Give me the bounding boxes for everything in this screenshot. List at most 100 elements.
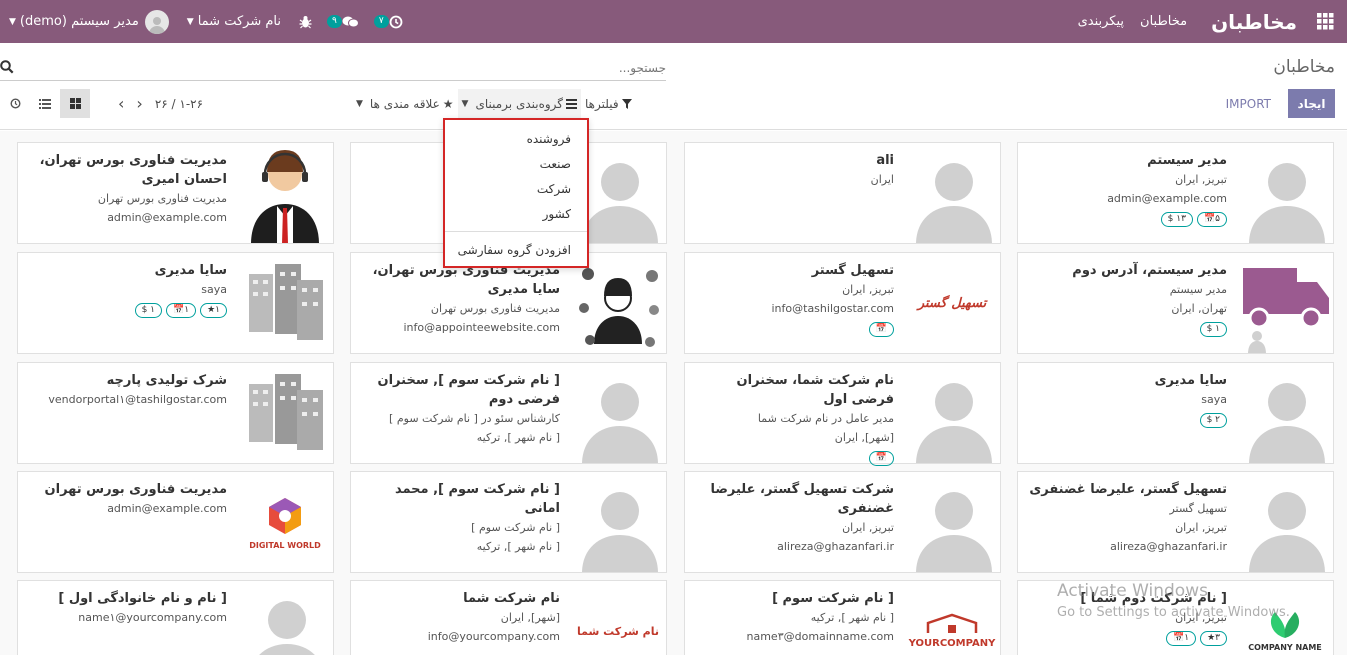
contact-card[interactable]: [ نام شرکت سوم ], سخنران فرضی دوم کارشناس…	[350, 362, 667, 464]
contact-name: مدیریت فناوری بورس تهران، احسان امیری	[39, 153, 227, 187]
contact-detail: saya	[201, 283, 227, 296]
kanban-view-icon[interactable]	[60, 89, 90, 118]
contact-image	[570, 253, 666, 353]
add-custom-group-button[interactable]: افزودن گروه سفارشی	[445, 237, 587, 262]
card-stat-badge[interactable]: ۱ $	[1199, 322, 1227, 337]
create-button[interactable]: ایجاد	[1288, 89, 1335, 118]
watermark-line-1: Activate Windows	[1057, 581, 1208, 601]
contact-card[interactable]: شرک تولیدی پارچه vendorportal۱@tashilgost…	[17, 362, 334, 464]
contact-name: [ نام شرکت سوم ]	[772, 591, 894, 606]
import-button[interactable]: IMPORT	[1222, 89, 1275, 118]
contact-detail: saya	[1201, 393, 1227, 406]
card-body: شرک تولیدی پارچه vendorportal۱@tashilgost…	[28, 371, 227, 457]
caret-down-icon: ▼	[186, 16, 194, 27]
contact-card[interactable]: ali ایران	[684, 142, 1001, 244]
card-stat-badge[interactable]: ۲ $	[1199, 413, 1227, 428]
search-icon[interactable]	[0, 60, 14, 77]
contact-name: شرک تولیدی پارچه	[106, 373, 227, 388]
contact-card[interactable]: مدیریت فناوری بورس تهران، احسان امیری مدی…	[17, 142, 334, 244]
card-stat-badge[interactable]: ۱📅	[166, 303, 197, 318]
favorites-toggle[interactable]: ★ علاقه مندی ها ▼	[352, 97, 458, 111]
groupby-toggle[interactable]: گروه‌بندی برمبنای ▼	[457, 89, 582, 118]
contact-detail: تبریز, ایران	[1175, 173, 1227, 186]
contact-card[interactable]: نام شرکت شما، سخنران فرضی اول مدیر عامل د…	[684, 362, 1001, 466]
contact-card[interactable]: مدیر سیستم تبریز, ایران admin@example.com ۵…	[1017, 142, 1334, 244]
contact-card[interactable]: سایا مدیری saya ۲ $	[1017, 362, 1334, 464]
card-stat-badge[interactable]: 📅	[868, 322, 894, 337]
card-body: مدیریت فناوری بورس تهران admin@example.co…	[28, 480, 227, 566]
card-body: مدیریت فناوری بورس تهران، سایا مدیری مدیر…	[361, 261, 560, 347]
nav-right: مخاطبان مخاطبان پیکربندی	[1070, 0, 1347, 43]
contact-name: [ نام شرکت سوم ], سخنران فرضی دوم	[377, 373, 561, 407]
groupby-option-company[interactable]: شرکت	[445, 176, 587, 201]
contact-name: نام شرکت شما، سخنران فرضی اول	[736, 373, 894, 407]
contact-card[interactable]: تسهیل گستر تسهیل گستر تبریز, ایران info@tas…	[684, 252, 1001, 354]
messages-menu[interactable]: ۹	[321, 0, 368, 43]
contact-name: تسهیل گستر، علیرضا غضنفری	[1029, 482, 1227, 497]
contact-detail: [ نام شرکت سوم ]	[471, 521, 560, 534]
contact-image	[1237, 472, 1333, 572]
card-tags: 📅	[695, 451, 894, 466]
search-input[interactable]	[26, 57, 666, 79]
contact-detail: تبریز, ایران	[1175, 521, 1227, 534]
card-stat-badge[interactable]: ۱📅	[1166, 631, 1197, 646]
contact-image	[237, 581, 333, 655]
watermark-line-2: Go to Settings to activate Windows.	[1057, 605, 1290, 620]
activity-menu[interactable]: ۷	[368, 0, 412, 43]
groupby-option-salesperson[interactable]: فروشنده	[445, 126, 587, 151]
star-icon: ★	[442, 96, 454, 111]
filters-toggle[interactable]: فیلترها	[581, 97, 636, 111]
contact-name: نام شرکت شما	[463, 591, 560, 606]
debug-menu[interactable]	[290, 0, 321, 43]
card-stat-badge[interactable]: ۱۳ $	[1160, 212, 1193, 227]
contact-card[interactable]: شرکت تسهیل گستر، علیرضا غضنفری تبریز, ایر…	[684, 471, 1001, 573]
contact-detail: info@yourcompany.com	[427, 630, 560, 643]
pager-value[interactable]: ۱-۲۶ / ۲۶	[155, 97, 203, 111]
nav-left: ۷ ۹ نام شرکت شما ▼ مدیر سیستم (demo) ▼	[0, 0, 412, 43]
page-title: مخاطبان	[1273, 57, 1335, 77]
contact-name: تسهیل گستر	[811, 263, 894, 278]
menu-configuration[interactable]: پیکربندی	[1070, 14, 1132, 29]
contact-name: سایا مدیری	[154, 263, 227, 278]
contact-detail: [شهر], ایران	[500, 611, 560, 624]
contact-card[interactable]: DIGITAL WORLD مدیریت فناوری بورس تهران adm…	[17, 471, 334, 573]
contact-detail: [ نام شهر ], ترکیه	[810, 611, 894, 624]
contact-detail: admin@example.com	[107, 211, 227, 224]
groupby-option-industry[interactable]: صنعت	[445, 151, 587, 176]
contact-card[interactable]: نام شرکت شما نام شرکت شما [شهر], ایران info…	[350, 580, 667, 655]
contact-detail: مدیریت فناوری بورس تهران	[97, 192, 227, 205]
contact-card[interactable]: مدیر سیستم، آدرس دوم مدیر سیستم تهران, ایر…	[1017, 252, 1334, 354]
groupby-option-country[interactable]: کشور	[445, 201, 587, 226]
card-stat-badge[interactable]: ۱★	[200, 303, 227, 318]
contact-card[interactable]: [ نام و نام خانوادگی اول ] name۱@yourcomp…	[17, 580, 334, 655]
pager-prev-icon[interactable]: ›	[118, 94, 124, 113]
company-switcher[interactable]: نام شرکت شما ▼	[178, 0, 290, 43]
contact-card[interactable]: [ نام شرکت سوم ], محمد امانی [ نام شرکت س…	[350, 471, 667, 573]
contact-image: YOURCOMPANY	[904, 581, 1000, 655]
app-brand[interactable]: مخاطبان	[1195, 10, 1303, 34]
card-stat-badge[interactable]: 📅	[868, 451, 894, 466]
contact-detail: مدیریت فناوری بورس تهران	[430, 302, 560, 315]
clock-icon	[389, 15, 403, 28]
contact-card[interactable]: تسهیل گستر، علیرضا غضنفری تسهیل گستر تبریز…	[1017, 471, 1334, 573]
card-stat-badge[interactable]: ۳★	[1200, 631, 1227, 646]
card-stat-badge[interactable]: ۱ $	[134, 303, 163, 318]
contact-image: تسهیل گستر	[904, 253, 1000, 353]
user-menu[interactable]: مدیر سیستم (demo) ▼	[0, 0, 178, 43]
pager-next-icon[interactable]: ‹	[136, 94, 142, 113]
contact-card[interactable]: YOURCOMPANY [ نام شرکت سوم ] [ نام شهر ], …	[684, 580, 1001, 655]
card-body: ali ایران	[695, 151, 894, 237]
contact-detail: info@tashilgostar.com	[771, 302, 895, 315]
list-view-icon[interactable]	[30, 89, 60, 118]
card-stat-badge[interactable]: ۵📅	[1196, 212, 1227, 227]
apps-grid-icon[interactable]	[1303, 0, 1347, 43]
contact-card[interactable]: سایا مدیری saya ۱★ ۱📅 ۱ $	[17, 252, 334, 354]
menu-contacts[interactable]: مخاطبان	[1132, 14, 1195, 29]
activity-view-icon[interactable]	[0, 89, 30, 118]
contact-image	[237, 363, 333, 463]
user-name: مدیر سیستم (demo)	[19, 14, 139, 29]
groupby-label: گروه‌بندی برمبنای	[475, 96, 564, 111]
contact-name: مدیریت فناوری بورس تهران	[44, 482, 227, 497]
card-body: [ نام شرکت سوم ], محمد امانی [ نام شرکت س…	[361, 480, 560, 566]
contact-detail: name۳@domainname.com	[746, 630, 895, 643]
